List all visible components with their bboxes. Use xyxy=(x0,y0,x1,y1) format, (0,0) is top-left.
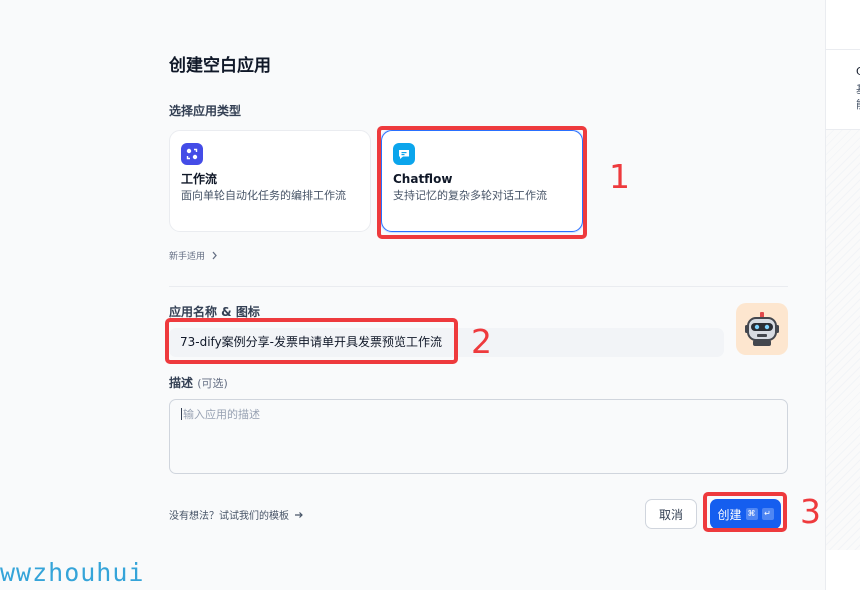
annotation-number-3: 3 xyxy=(800,492,821,531)
workflow-card-title: 工作流 xyxy=(181,172,218,186)
app-type-label: 选择应用类型 xyxy=(169,104,242,118)
chevron-right-icon xyxy=(212,251,217,260)
beginner-guide-label: 新手适用 xyxy=(169,252,206,262)
app-type-workflow-card[interactable]: 工作流 面向单轮自动化任务的编排工作流 xyxy=(169,130,371,232)
annotation-box-3 xyxy=(703,492,787,532)
workflow-card-desc: 面向单轮自动化任务的编排工作流 xyxy=(181,189,346,202)
template-link[interactable]: 没有想法？试试我们的模板 xyxy=(169,507,304,522)
annotation-box-1 xyxy=(377,126,587,239)
description-textarea[interactable]: 输入应用的描述 xyxy=(169,399,788,474)
side-panel-text-2: 能 xyxy=(856,99,860,111)
watermark-text: wwzhouhui xyxy=(0,558,145,587)
text-caret xyxy=(181,408,182,420)
beginner-guide-link[interactable]: 新手适用 xyxy=(169,249,218,262)
description-label-text: 描述 xyxy=(169,376,194,390)
side-panel-divider xyxy=(826,49,860,50)
cancel-button[interactable]: 取消 xyxy=(645,499,697,529)
arrow-right-icon xyxy=(295,511,303,518)
section-divider xyxy=(169,286,788,287)
page-title: 创建空白应用 xyxy=(169,56,271,76)
side-panel-title: C xyxy=(856,66,860,78)
app-icon-picker[interactable] xyxy=(736,303,788,355)
side-panel-text-1: 基 xyxy=(856,84,860,96)
template-link-label: 没有想法？试试我们的模板 xyxy=(169,511,289,522)
annotation-number-2: 2 xyxy=(471,322,492,361)
description-optional: (可选) xyxy=(197,377,228,390)
annotation-number-1: 1 xyxy=(609,157,630,196)
side-panel-preview xyxy=(826,130,860,550)
description-placeholder: 输入应用的描述 xyxy=(183,408,260,421)
workflow-icon xyxy=(181,143,203,165)
description-label: 描述 (可选) xyxy=(169,375,228,392)
robot-icon xyxy=(745,312,779,346)
annotation-box-2 xyxy=(165,318,458,364)
